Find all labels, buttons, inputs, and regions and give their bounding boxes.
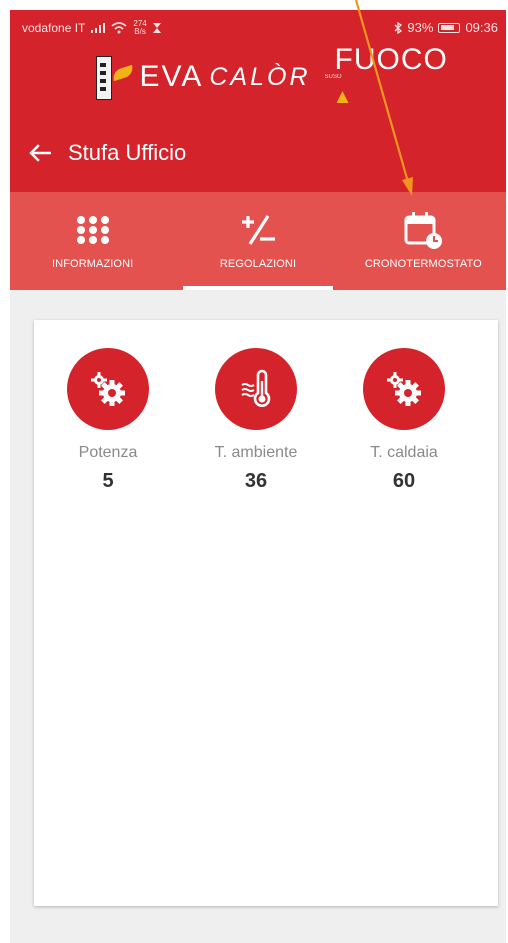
status-left: vodafone IT 274 B/s <box>22 20 161 36</box>
app-screen: vodafone IT 274 B/s 93% 09:36 EVA CALÒR … <box>10 10 506 943</box>
param-value: 5 <box>102 470 114 492</box>
regolazioni-card: Potenza 5 T. ambiente 36 T. caldaia 60 <box>34 320 498 906</box>
status-right: 93% 09:36 <box>394 20 498 35</box>
network-speed-unit: B/s <box>134 27 146 36</box>
gears-icon <box>67 348 149 430</box>
param-label: T. caldaia <box>370 444 438 461</box>
tab-bar: INFORMAZIONI REGOLAZIONI CRONOTERMOSTATO <box>10 192 506 290</box>
parameters-row: Potenza 5 T. ambiente 36 T. caldaia 60 <box>34 320 498 493</box>
tab-cronotermostato[interactable]: CRONOTERMOSTATO <box>341 192 506 290</box>
tab-informazioni[interactable]: INFORMAZIONI <box>10 192 175 290</box>
param-value: 60 <box>392 470 416 492</box>
param-label: T. ambiente <box>214 444 298 461</box>
grid-dots-icon <box>73 210 113 250</box>
carrier-name: vodafone IT <box>22 21 86 35</box>
gears-icon <box>363 348 445 430</box>
param-potenza[interactable]: Potenza 5 <box>34 348 182 493</box>
title-bar: Stufa Ufficio <box>10 130 506 176</box>
clock-time: 09:36 <box>465 20 498 35</box>
hourglass-icon <box>152 23 161 33</box>
logo-small-text: SUSO <box>324 74 342 80</box>
thermometer-icon <box>215 348 297 430</box>
param-label: Potenza <box>78 444 138 461</box>
plus-minus-icon <box>238 210 278 250</box>
back-arrow-icon[interactable] <box>20 133 60 173</box>
battery-percent: 93% <box>407 20 434 35</box>
param-value: 36 <box>244 470 268 492</box>
logo-fuoco: FUOCO <box>335 43 451 111</box>
logo-calor: CALÒR <box>209 62 311 91</box>
tab-label: CRONOTERMOSTATO <box>364 258 482 270</box>
param-t-ambiente[interactable]: T. ambiente 36 <box>182 348 330 493</box>
network-speed: 274 B/s <box>133 20 146 36</box>
tab-regolazioni[interactable]: REGOLAZIONI <box>175 192 340 290</box>
signal-icon <box>91 23 106 33</box>
calendar-clock-icon <box>403 210 443 250</box>
bluetooth-icon <box>394 21 403 34</box>
battery-icon <box>438 22 461 33</box>
logo-eva: EVA <box>139 60 204 93</box>
top-app-bar: vodafone IT 274 B/s 93% 09:36 EVA CALÒR … <box>10 10 506 192</box>
tab-label: REGOLAZIONI <box>219 258 297 270</box>
page-title: Stufa Ufficio <box>68 140 187 165</box>
logo-mark-icon <box>90 54 136 100</box>
param-t-caldaia[interactable]: T. caldaia 60 <box>330 348 478 493</box>
brand-logo: EVA CALÒR SUSO FUOCO <box>90 43 450 100</box>
wifi-icon <box>111 22 127 34</box>
tab-label: INFORMAZIONI <box>52 258 134 270</box>
status-bar: vodafone IT 274 B/s 93% 09:36 <box>10 10 506 44</box>
